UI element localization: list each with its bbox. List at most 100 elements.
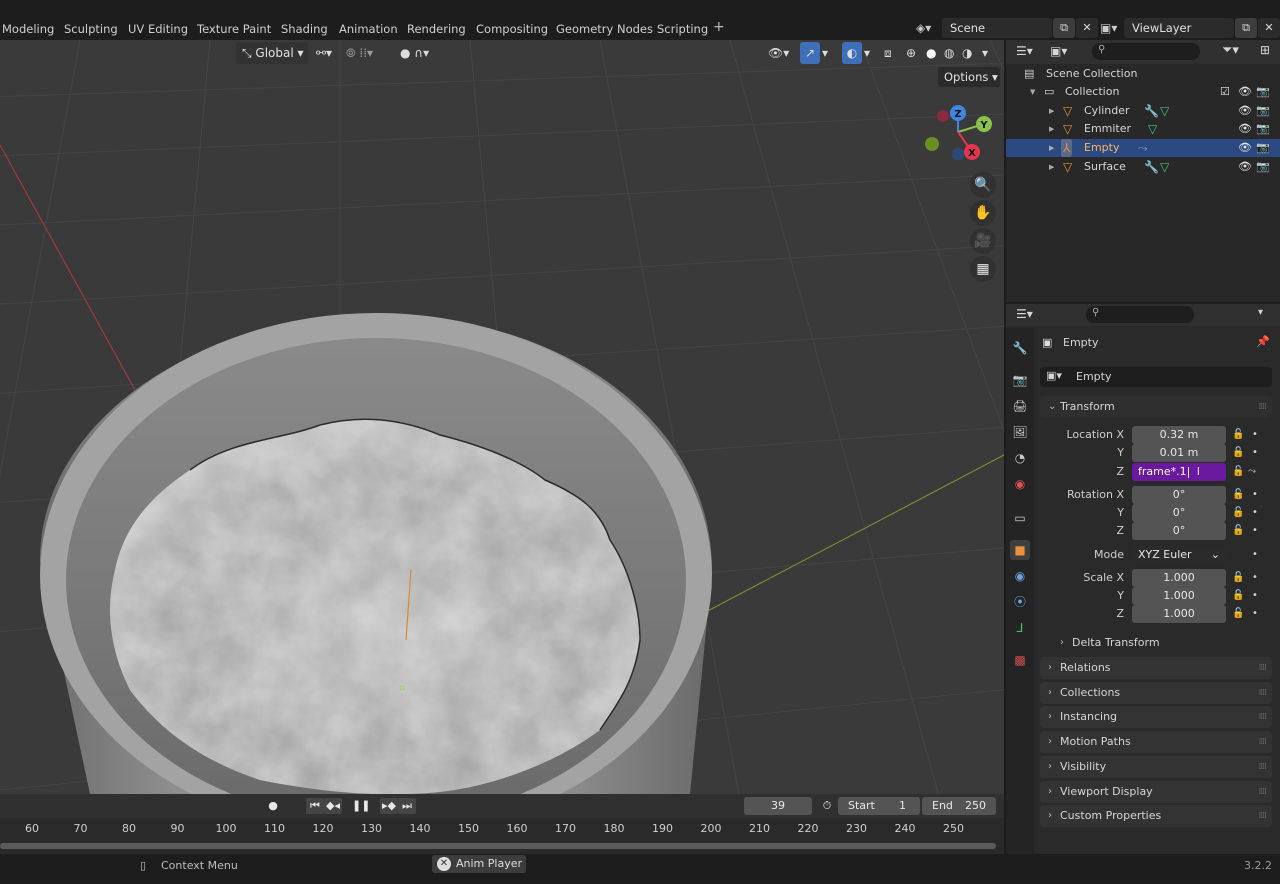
transform-orientation-dropdown[interactable]: ⤡ Global ▾ — [236, 42, 308, 64]
world-tab-icon[interactable]: ◉ — [1010, 474, 1030, 494]
camera-view-icon[interactable]: 🎥 — [970, 228, 996, 254]
jump-start-icon[interactable]: ⏮ — [306, 798, 324, 814]
scene-icon[interactable]: ◈▾ — [916, 18, 931, 38]
drag-grip-icon[interactable]: ⁞⁞⁞⁞ — [1259, 396, 1268, 418]
perspective-grid-icon[interactable]: ▦ — [970, 256, 996, 282]
custom-properties-panel-header[interactable]: › Custom Properties ⁞⁞⁞⁞ — [1040, 805, 1272, 827]
scale-x-field[interactable]: 1.000 — [1132, 569, 1226, 587]
visibility-panel-header[interactable]: › Visibility ⁞⁞⁞⁞ — [1040, 756, 1272, 778]
tab-rendering[interactable]: Rendering — [407, 20, 466, 38]
camera-icon[interactable]: 📷 — [1256, 158, 1270, 176]
drag-grip-icon[interactable]: ⁞⁞⁞⁞ — [1259, 781, 1268, 803]
rotation-z-field[interactable]: 0° — [1132, 522, 1226, 540]
outliner-item-surface[interactable]: ▶ ▽ Surface 🔧 ▽ 👁 📷 — [1006, 158, 1280, 176]
prev-keyframe-icon[interactable]: ◆◂ — [324, 798, 342, 814]
zoom-icon[interactable]: 🔍 — [970, 172, 996, 198]
lock-icon[interactable]: 🔓 — [1232, 587, 1244, 605]
material-shading-icon[interactable]: ◍ — [944, 42, 954, 64]
constraint-icon[interactable]: ⤳ — [1138, 139, 1148, 157]
options-dropdown[interactable]: Options ▾ — [938, 67, 1000, 87]
eye-icon[interactable]: 👁 — [1238, 102, 1252, 120]
keyframe-dot-icon[interactable]: • — [1252, 546, 1258, 564]
overlay-dropdown-icon[interactable]: ▾ — [864, 42, 870, 64]
navigation-gizmo[interactable]: Z Y X — [925, 105, 992, 160]
tool-tab-icon[interactable]: 🔧 — [1010, 338, 1030, 358]
record-icon[interactable]: ● — [264, 798, 282, 814]
keyframe-dot-icon[interactable]: • — [1252, 444, 1258, 462]
tab-texture-paint[interactable]: Texture Paint — [197, 20, 271, 38]
keyframe-dot-icon[interactable]: • — [1252, 504, 1258, 522]
modifier-wrench-icon[interactable]: 🔧 — [1144, 158, 1159, 176]
new-scene-button[interactable]: ⧉ — [1053, 18, 1075, 38]
pin-icon[interactable]: 📌 — [1256, 335, 1270, 348]
lock-icon[interactable]: 🔓 — [1232, 504, 1244, 522]
transform-panel-header[interactable]: ⌄ Transform ⁞⁞⁞⁞ — [1040, 396, 1272, 418]
frame-ruler[interactable]: 60 70 80 90 100 110 120 130 140 150 160 170 180 190 20… — [0, 818, 1004, 840]
expand-arrow-icon[interactable]: ▶ — [1049, 102, 1054, 120]
pause-icon[interactable]: ❚❚ — [352, 798, 370, 814]
anim-player-button[interactable]: ✕ Anim Player — [432, 855, 526, 873]
jump-end-icon[interactable]: ⏭ — [398, 798, 416, 814]
lock-icon[interactable]: 🔓 — [1232, 463, 1244, 481]
timeline-scrollbar[interactable] — [0, 843, 996, 849]
editor-type-icon[interactable]: ☰▾ — [1016, 307, 1033, 321]
new-view-layer-button[interactable]: ⧉ — [1235, 18, 1257, 38]
proportional-edit-icon[interactable]: ● ∩▾ — [400, 42, 429, 64]
object-type-icon[interactable]: ▣▾ — [1046, 369, 1062, 382]
next-keyframe-icon[interactable]: ▸◆ — [380, 798, 398, 814]
gizmo-dropdown-icon[interactable]: ▾ — [822, 42, 828, 64]
outliner-item-emmiter[interactable]: ▶ ▽ Emmiter ▽ 👁 📷 — [1006, 120, 1280, 138]
delete-scene-button[interactable]: ✕ — [1076, 18, 1098, 38]
visibility-icon[interactable]: 👁▾ — [768, 42, 789, 64]
texture-tab-icon[interactable]: ▩ — [1010, 650, 1030, 670]
stopwatch-icon[interactable]: ⏱ — [818, 798, 836, 814]
outliner-item-empty[interactable]: ▶ ⅄ Empty ⤳ 👁 📷 — [1006, 139, 1280, 157]
display-mode-icon[interactable]: ▣▾ — [1050, 44, 1067, 58]
camera-icon[interactable]: 📷 — [1256, 139, 1270, 157]
scale-z-field[interactable]: 1.000 — [1132, 605, 1226, 623]
gizmo-toggle-icon[interactable]: ↗ — [800, 42, 820, 64]
mesh-data-icon[interactable]: ▽ — [1160, 102, 1169, 120]
rotation-x-field[interactable]: 0° — [1132, 486, 1226, 504]
overlay-toggle-icon[interactable]: ◐ — [842, 42, 862, 64]
motion-paths-panel-header[interactable]: › Motion Paths ⁞⁞⁞⁞ — [1040, 731, 1272, 753]
3d-viewport[interactable]: Z Y X ⤡ Global ▾ ⚯▾ ⦾ ⁞⁞▾ ● ∩▾ 👁▾ ↗ ▾ ◐ … — [0, 40, 1004, 794]
lock-icon[interactable]: 🔓 — [1232, 569, 1244, 587]
location-z-field[interactable]: frame*.1| I — [1132, 463, 1226, 481]
render-tab-icon[interactable]: 📷 — [1010, 370, 1030, 390]
modifier-wrench-icon[interactable]: 🔧 — [1144, 102, 1159, 120]
camera-icon[interactable]: 📷 — [1256, 102, 1270, 120]
filter-icon[interactable]: ⏷▾ — [1222, 43, 1239, 58]
collections-panel-header[interactable]: › Collections ⁞⁞⁞⁞ — [1040, 682, 1272, 704]
options-chevron-icon[interactable]: ▾ — [1258, 307, 1263, 318]
keyframe-dot-icon[interactable]: • — [1252, 569, 1258, 587]
solid-shading-icon[interactable]: ● — [926, 42, 936, 64]
outliner-search-input[interactable]: ⚲ — [1092, 43, 1200, 60]
relations-panel-header[interactable]: › Relations ⁞⁞⁞⁞ — [1040, 657, 1272, 679]
drag-grip-icon[interactable]: ⁞⁞⁞⁞ — [1259, 731, 1268, 753]
location-x-field[interactable]: 0.32 m — [1132, 426, 1226, 444]
delete-view-layer-button[interactable]: ✕ — [1258, 18, 1280, 38]
xray-icon[interactable]: ⧈ — [884, 42, 892, 64]
lock-icon[interactable]: 🔓 — [1232, 605, 1244, 623]
object-tab-icon[interactable]: ■ — [1010, 540, 1030, 560]
keyframe-dot-icon[interactable]: • — [1252, 605, 1258, 623]
location-y-field[interactable]: 0.01 m — [1132, 444, 1226, 462]
collection-row[interactable]: ▼ ▭ Collection ☑ 👁 📷 — [1006, 83, 1280, 101]
lock-icon[interactable]: 🔓 — [1232, 486, 1244, 504]
drag-grip-icon[interactable]: ⁞⁞⁞⁞ — [1259, 756, 1268, 778]
collection-tab-icon[interactable]: ▭ — [1010, 508, 1030, 528]
expand-arrow-icon[interactable]: ▶ — [1049, 158, 1054, 176]
instancing-panel-header[interactable]: › Instancing ⁞⁞⁞⁞ — [1040, 706, 1272, 728]
shading-dropdown-icon[interactable]: ▾ — [982, 42, 988, 64]
pan-hand-icon[interactable]: ✋ — [970, 200, 996, 226]
end-frame-field[interactable]: End 250 — [922, 797, 996, 815]
editor-type-icon[interactable]: ☰▾ — [1016, 44, 1033, 58]
drag-grip-icon[interactable]: ⁞⁞⁞⁞ — [1259, 657, 1268, 679]
lock-icon[interactable]: 🔓 — [1232, 522, 1244, 540]
pivot-point-icon[interactable]: ⚯▾ — [316, 42, 332, 64]
object-name-field[interactable]: ▣▾ Empty — [1040, 367, 1272, 387]
object-data-tab-icon[interactable]: ⅃ — [1010, 618, 1030, 638]
expand-arrow-icon[interactable]: ▶ — [1049, 120, 1054, 138]
view-layer-icon[interactable]: ▣▾ — [1100, 18, 1117, 38]
